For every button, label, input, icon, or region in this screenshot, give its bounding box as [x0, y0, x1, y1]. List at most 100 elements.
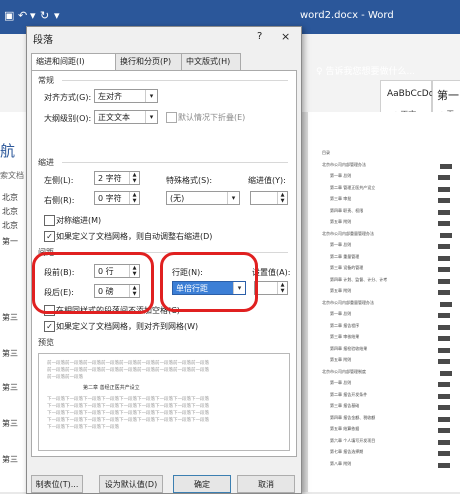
- doc-line: 第三章 审核结果: [330, 334, 450, 341]
- nav-item[interactable]: 第三: [2, 382, 18, 393]
- spin-arrows-icon[interactable]: ▲ ▼: [277, 192, 287, 204]
- tabs-button[interactable]: 制表位(T)...: [31, 475, 83, 493]
- doc-line-text: 北京市公司内部重量管理办法: [322, 230, 374, 236]
- preview-line: 前一段落前一段落前一段落前一段落前一段落前一段落前一段落前一段落前一段落: [47, 368, 209, 373]
- preview-sample-text: 第二章 善经正医共产设立: [83, 385, 140, 391]
- divider: [62, 162, 288, 163]
- nav-item[interactable]: 第一: [2, 236, 18, 247]
- nav-item[interactable]: 北京: [2, 220, 18, 231]
- special-indent-select[interactable]: (无) ▾: [166, 191, 240, 205]
- indent-by-spinner[interactable]: ▲ ▼: [250, 191, 288, 205]
- doc-line: 第七章 报告选择期: [330, 449, 450, 456]
- doc-line-text: 第四章 计划、监督、计分、计考: [330, 276, 388, 282]
- preview-line: 下一段落下一段落下一段落下一段落下一段落下一段落下一段落下一段落下一段落: [47, 411, 209, 416]
- doc-line-text: 第四章 报告金额、税收额: [330, 414, 376, 420]
- spacing-at-spinner[interactable]: ▲ ▼: [254, 281, 288, 295]
- nav-item[interactable]: 第三: [2, 348, 18, 359]
- save-icon[interactable]: ▣: [4, 9, 14, 22]
- doc-line-text: 第二章 管理正医共产设立: [330, 184, 376, 190]
- left-indent-value: 2 字符: [98, 174, 122, 183]
- left-indent-label: 左侧(L):: [44, 176, 74, 185]
- doc-line: 第二章 管理正医共产设立: [330, 184, 450, 192]
- left-indent-spinner[interactable]: 2 字符 ▲ ▼: [94, 171, 140, 185]
- chevron-down-icon: ▾: [227, 192, 239, 204]
- spin-arrows-icon[interactable]: ▲ ▼: [129, 172, 139, 184]
- customize-quick-access-icon[interactable]: ▾: [54, 9, 60, 22]
- document-page[interactable]: 目录 北京市公司内部管理办法 第一章 总则 第二章 管理正医共产设立 第三章 审批 第四章…: [308, 112, 460, 492]
- doc-line-text: 目录: [322, 150, 330, 155]
- collapsed-checkbox[interactable]: [166, 112, 177, 123]
- tell-me-box[interactable]: ♀ 告诉我您想要做什么...: [316, 64, 415, 77]
- tab-indents-spacing[interactable]: 缩进和间距(I): [31, 53, 117, 71]
- red-annotation-circle: [32, 252, 154, 314]
- page-number-bar: [438, 290, 450, 295]
- cancel-button[interactable]: 取消: [237, 475, 295, 493]
- doc-line: 第二章 报告开发条件: [330, 391, 450, 399]
- undo-dropdown-icon[interactable]: ▾: [30, 9, 36, 22]
- alignment-select[interactable]: 左对齐 ▾: [94, 89, 158, 103]
- page-number-bar: [438, 405, 450, 410]
- doc-line: 第一章 总则: [330, 311, 450, 318]
- page-number-bar: [438, 462, 450, 468]
- tab-asian-typography[interactable]: 中文版式(H): [181, 53, 241, 71]
- set-default-button[interactable]: 设为默认值(D): [99, 475, 163, 493]
- doc-line: 第二章 报告程序: [330, 322, 450, 330]
- help-icon[interactable]: ?: [257, 31, 262, 42]
- snap-to-grid-label: 如果定义了文档网格，则对齐到网格(W): [56, 322, 199, 331]
- nav-item[interactable]: 北京: [2, 192, 18, 203]
- page-number-bar: [438, 359, 450, 364]
- doc-line: 第四章 报告金额、税收额: [330, 414, 450, 422]
- tab-line-page-breaks[interactable]: 换行和分页(P): [115, 53, 183, 71]
- alignment-value: 左对齐: [98, 92, 122, 101]
- mirror-indents-checkbox[interactable]: [44, 215, 55, 226]
- spin-arrows-icon[interactable]: ▲ ▼: [277, 282, 287, 294]
- auto-adjust-checkbox[interactable]: ✓: [44, 231, 55, 242]
- preview-line: 前一段落前一段落: [47, 375, 83, 380]
- page-number-bar: [438, 267, 450, 272]
- doc-line-text: 第二章 报告程序: [330, 322, 360, 328]
- indent-by-label: 缩进值(Y):: [248, 176, 286, 185]
- preview-line: 下一段落下一段落下一段落下一段落: [47, 425, 119, 430]
- page-number-bar: [438, 175, 450, 180]
- doc-line: 第一章 总则: [330, 242, 450, 249]
- doc-line-text: 北京市公司内部重量管理办法: [322, 299, 374, 305]
- doc-line: 第四章 报检验收结果: [330, 346, 450, 353]
- right-indent-spinner[interactable]: 0 字符 ▲ ▼: [94, 191, 140, 205]
- doc-line-text: 第八章 附则: [330, 460, 352, 466]
- outline-level-label: 大纲级别(O):: [44, 114, 92, 123]
- doc-line: 第一章 总则: [330, 173, 450, 180]
- doc-line: 北京市公司内部管理制度: [322, 369, 452, 376]
- nav-item[interactable]: 第三: [2, 454, 18, 465]
- nav-item[interactable]: 第三: [2, 312, 18, 323]
- page-number-bar: [438, 221, 450, 226]
- nav-item[interactable]: 第三: [2, 418, 18, 429]
- doc-line: 第五章 附则: [330, 288, 450, 295]
- divider: [62, 80, 288, 81]
- doc-line: 第一章 总则: [330, 380, 450, 387]
- preview-line: 下一段落下一段落下一段落下一段落下一段落下一段落下一段落下一段落下一段落: [47, 404, 209, 409]
- snap-to-grid-checkbox[interactable]: ✓: [44, 321, 55, 332]
- ok-button[interactable]: 确定: [173, 475, 231, 493]
- undo-icon[interactable]: ↶: [18, 9, 27, 22]
- page-number-bar: [438, 255, 450, 261]
- chevron-down-icon: ▾: [145, 111, 157, 123]
- spin-arrows-icon[interactable]: ▲ ▼: [129, 192, 139, 204]
- outline-level-select[interactable]: 正文文本 ▾: [94, 110, 158, 124]
- page-number-bar: [438, 313, 450, 318]
- redo-icon[interactable]: ↻: [40, 9, 49, 22]
- auto-adjust-label: 如果定义了文档网格，则自动调整右缩进(D): [56, 232, 213, 241]
- preview-heading: 预览: [38, 338, 54, 347]
- doc-line-text: 第三章 报告基础: [330, 403, 360, 408]
- page-number-bar: [438, 347, 450, 353]
- doc-line-text: 第三章 设备的管理: [330, 265, 364, 270]
- doc-line-text: 第二章 报告开发条件: [330, 391, 368, 397]
- doc-line-text: 第七章 报告选择期: [330, 449, 364, 454]
- doc-line: 北京市公司内部重量管理办法: [322, 230, 452, 238]
- preview-line: 下一段落下一段落下一段落下一段落下一段落下一段落下一段落下一段落下一段落: [47, 397, 209, 402]
- page-number-bar: [440, 232, 452, 238]
- nav-search-input[interactable]: 索文档: [0, 170, 24, 181]
- close-icon[interactable]: ×: [281, 30, 290, 43]
- nav-item[interactable]: 北京: [2, 206, 18, 217]
- page-number-bar: [438, 336, 450, 341]
- doc-line-text: 第五章 附则: [330, 357, 352, 362]
